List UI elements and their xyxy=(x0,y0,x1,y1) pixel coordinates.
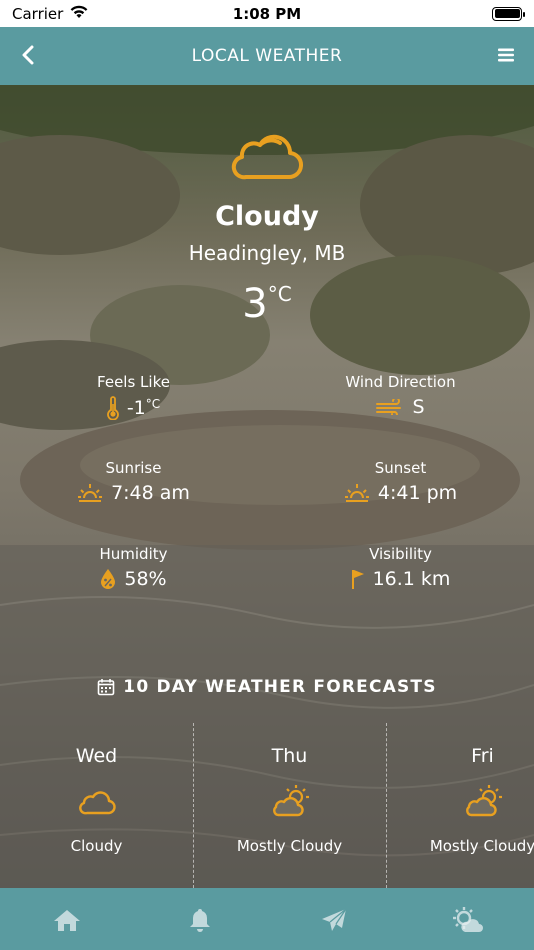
temperature-value: 3 xyxy=(242,281,268,327)
status-bar: Carrier 1:08 PM xyxy=(0,0,534,27)
tab-notifications[interactable] xyxy=(180,905,220,935)
condition-label: Cloudy xyxy=(215,201,319,232)
page-title: LOCAL WEATHER xyxy=(191,46,343,66)
home-icon xyxy=(53,910,80,931)
forecast-description: Mostly Cloudy xyxy=(236,837,343,855)
status-left: Carrier xyxy=(12,5,89,23)
wind-direction-label: Wind Direction xyxy=(345,373,456,391)
feels-like-stat: Feels Like -1°C xyxy=(0,373,267,420)
tab-send[interactable] xyxy=(314,905,354,935)
tab-weather[interactable] xyxy=(447,905,487,935)
forecast-list[interactable]: Wed Cloudy Thu Mostly Cloudy Fri Mostly … xyxy=(0,723,534,888)
wifi-icon xyxy=(69,5,89,23)
sunrise-value: 7:48 am xyxy=(111,482,190,504)
flag-icon xyxy=(351,570,364,589)
feels-like-label: Feels Like xyxy=(97,373,170,391)
humidity-label: Humidity xyxy=(99,545,168,563)
hamburger-menu-icon xyxy=(498,48,514,62)
weather-content: Cloudy Headingley, MB 3°C Feels Like -1°… xyxy=(0,85,534,888)
sunset-icon xyxy=(344,484,369,502)
forecast-day-label: Wed xyxy=(75,745,118,767)
wind-icon xyxy=(376,399,402,415)
partly-cloudy-icon xyxy=(463,783,503,819)
forecast-day-wed[interactable]: Wed Cloudy xyxy=(0,723,193,888)
weather-icon xyxy=(453,907,484,932)
tab-bar xyxy=(0,888,534,950)
forecast-day-fri[interactable]: Fri Mostly Cloudy xyxy=(386,723,534,888)
forecast-heading-label: 10 DAY WEATHER FORECASTS xyxy=(123,677,437,697)
forecast-day-label: Thu xyxy=(271,745,308,767)
nav-bar: LOCAL WEATHER xyxy=(0,27,534,85)
forecast-description: Mostly Cloudy xyxy=(429,837,534,855)
humidity-value: 58% xyxy=(124,568,167,590)
cloud-icon xyxy=(77,783,117,819)
sunset-stat: Sunset 4:41 pm xyxy=(267,459,534,504)
thermometer-icon xyxy=(106,396,119,420)
carrier-label: Carrier xyxy=(12,4,64,23)
sunset-value: 4:41 pm xyxy=(377,482,458,504)
forecast-day-thu[interactable]: Thu Mostly Cloudy xyxy=(193,723,386,888)
feels-like-unit: °C xyxy=(145,397,161,411)
humidity-drop-icon xyxy=(101,569,116,589)
location-label: Headingley, MB xyxy=(188,241,346,265)
calendar-icon xyxy=(97,679,115,696)
paper-plane-icon xyxy=(321,908,347,931)
feels-like-value: -1 xyxy=(126,397,146,419)
sunrise-label: Sunrise xyxy=(105,459,162,477)
humidity-stat: Humidity 58% xyxy=(0,545,267,590)
sunrise-stat: Sunrise 7:48 am xyxy=(0,459,267,504)
battery-icon xyxy=(492,6,525,21)
back-button[interactable] xyxy=(14,41,42,69)
tab-home[interactable] xyxy=(47,905,87,935)
visibility-stat: Visibility 16.1 km xyxy=(267,545,534,590)
sunset-label: Sunset xyxy=(374,459,427,477)
forecast-heading: 10 DAY WEATHER FORECASTS xyxy=(0,677,534,697)
forecast-day-label: Fri xyxy=(471,745,494,767)
visibility-value: 16.1 km xyxy=(372,568,451,590)
menu-button[interactable] xyxy=(492,41,520,69)
temperature: 3°C xyxy=(0,281,534,327)
forecast-description: Cloudy xyxy=(70,837,123,855)
visibility-label: Visibility xyxy=(369,545,432,563)
partly-cloudy-icon xyxy=(270,783,310,819)
temperature-unit: °C xyxy=(267,282,292,306)
sunrise-icon xyxy=(78,484,103,502)
wind-direction-value: S xyxy=(412,396,425,418)
chevron-left-icon xyxy=(22,45,34,65)
wind-direction-stat: Wind Direction S xyxy=(267,373,534,418)
cloud-icon xyxy=(228,129,306,185)
bell-icon xyxy=(190,909,211,932)
